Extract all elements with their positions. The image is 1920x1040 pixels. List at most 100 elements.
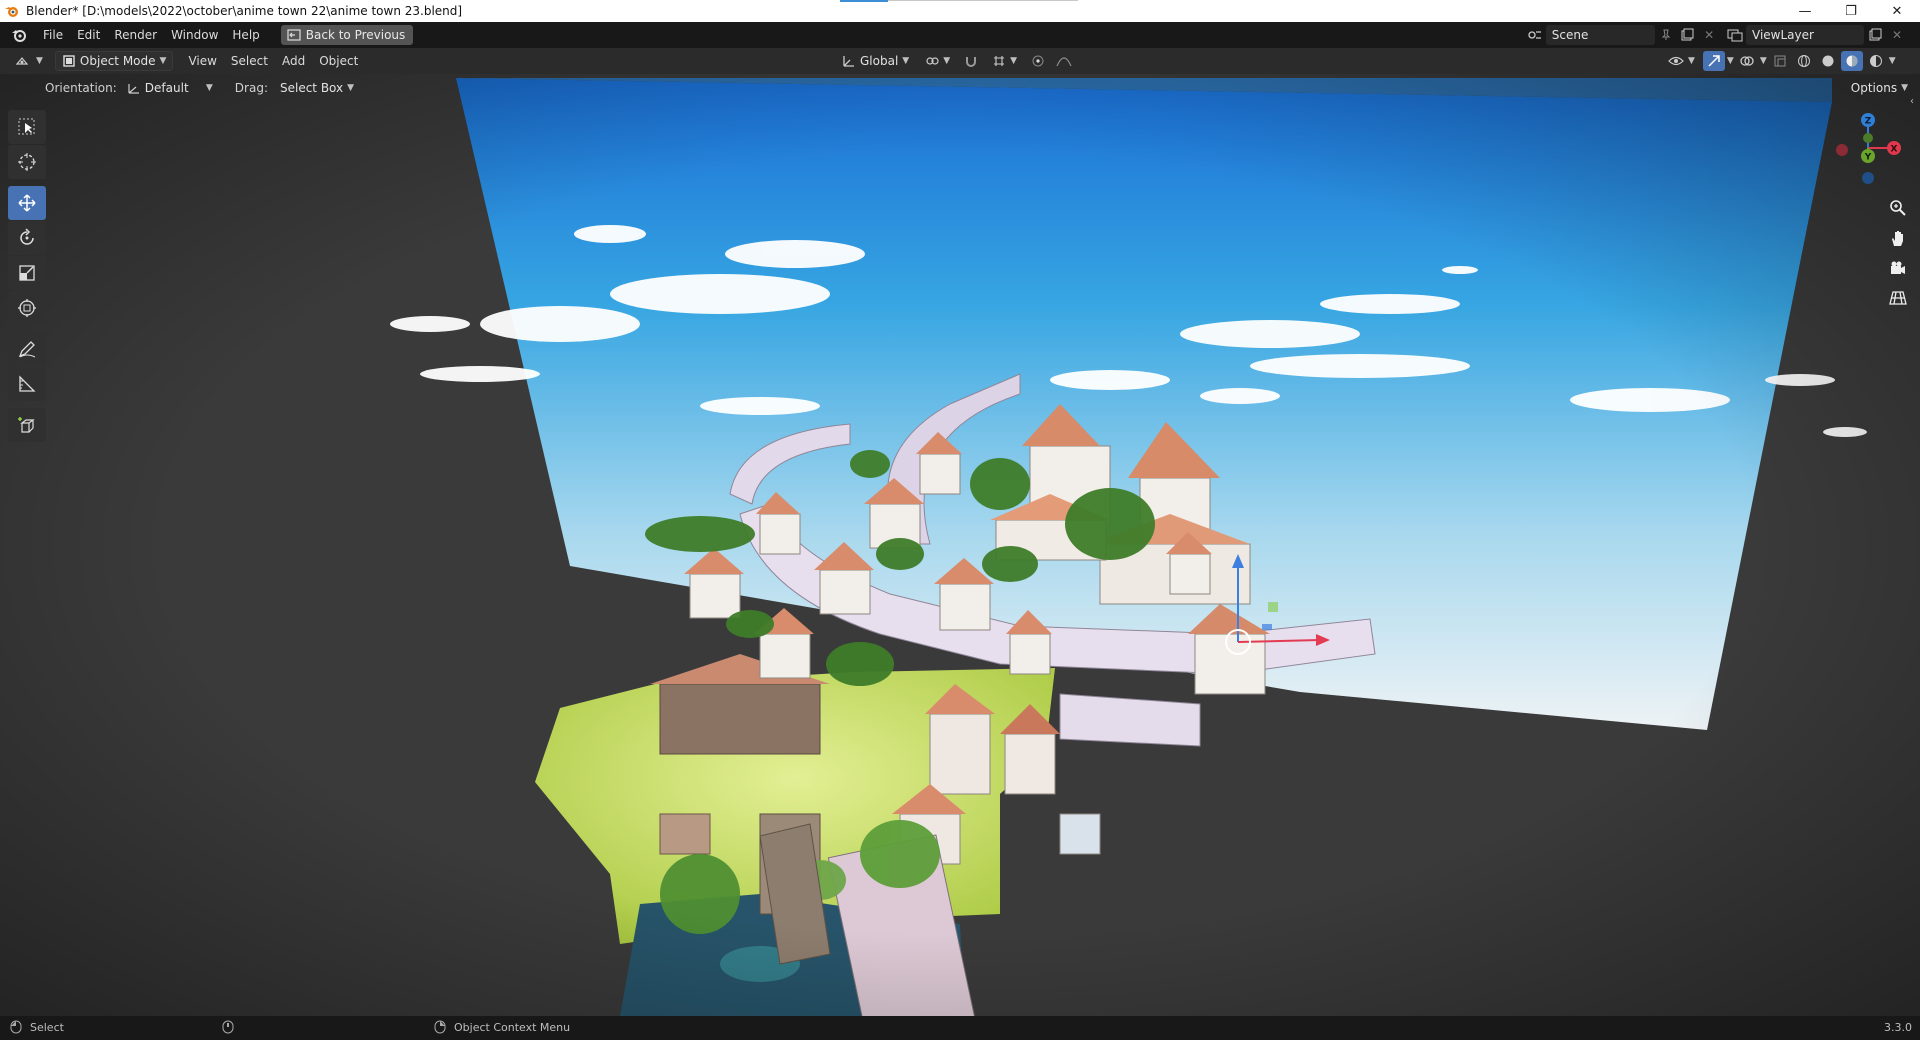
rotate-icon [20,228,34,245]
minimize-button[interactable]: — [1782,0,1828,22]
menu-edit[interactable]: Edit [70,25,107,45]
toolbar [8,110,50,443]
mouse-left-icon [10,1020,22,1034]
proportional-editing-icon[interactable] [1027,51,1049,71]
orientation-axes-icon [843,56,854,67]
menu-window[interactable]: Window [164,25,225,45]
transform-orientation-label: Global [860,54,899,68]
cursor-icon [18,153,36,171]
mode-dropdown[interactable]: Object Mode ▼ [54,51,174,71]
taskbar-divider [888,0,1078,1]
transform-orientation-dropdown[interactable]: Global ▼ [836,51,915,71]
add-cube-tool[interactable] [8,408,46,442]
viewport-menu-view[interactable]: View [181,51,223,71]
axis-neg-x-icon[interactable] [1836,144,1848,156]
scene-selector-icon[interactable] [1524,25,1546,45]
options-dropdown[interactable]: Options ▼ [1845,78,1914,98]
blender-logo-icon[interactable] [8,24,30,46]
svg-text:Z: Z [1865,117,1872,127]
sidebar-toggle-icon[interactable]: ‹ [1910,96,1914,107]
snap-toggle-icon[interactable] [960,51,982,71]
back-to-previous-button[interactable]: Back to Previous [280,25,414,45]
cursor-tool[interactable] [8,145,46,179]
move-icon [18,194,36,212]
chevron-down-icon[interactable]: ▼ [1760,56,1767,66]
view-layer-icon[interactable] [1724,25,1746,45]
add-cube-icon [18,417,35,433]
pivot-point-dropdown[interactable]: ▼ [919,51,956,71]
menu-help[interactable]: Help [225,25,266,45]
3d-viewport[interactable]: Orientation: Default ▼ Drag: Select Box … [0,74,1920,1016]
rotate-tool[interactable] [8,221,46,255]
chevron-down-icon: ▼ [1901,83,1908,93]
pin-icon[interactable] [1655,25,1677,45]
scale-tool[interactable] [8,256,46,290]
3d-viewport-icon [15,57,29,65]
annotate-pencil-icon [18,341,36,358]
view-layer-field[interactable]: ViewLayer [1746,25,1864,45]
viewport-menu-select[interactable]: Select [224,51,275,71]
chevron-down-icon: ▼ [1010,56,1018,66]
scene-name-field[interactable]: Scene [1545,25,1655,45]
move-tool[interactable] [8,186,46,220]
chevron-down-icon[interactable]: ▼ [1727,56,1734,66]
menu-render[interactable]: Render [107,25,164,45]
snap-target-dropdown[interactable]: ▼ [986,51,1023,71]
close-button[interactable]: ✕ [1874,0,1920,22]
mouse-right-icon [434,1020,446,1034]
options-label: Options [1850,81,1898,95]
version-label: 3.3.0 [1884,1021,1912,1034]
axis-neg-y-icon[interactable] [1863,133,1873,143]
menu-file[interactable]: File [36,25,70,45]
viewport-header: ▼ Object Mode ▼ View Select Add Object G… [0,48,1920,74]
measure-tool[interactable] [8,367,46,401]
select-box-icon [18,118,35,135]
toggle-perspective-button[interactable] [1884,284,1912,312]
navigation-gizmo[interactable]: Z X Y [1826,108,1916,198]
orientation-label: Orientation: [45,81,117,95]
chevron-down-icon: ▼ [205,83,213,93]
chevron-down-icon: ▼ [159,56,167,66]
back-button-label: Back to Previous [305,28,406,42]
overlays-icon[interactable] [1736,51,1758,71]
new-view-layer-icon[interactable] [1864,25,1886,45]
xray-toggle-icon[interactable] [1769,51,1791,71]
axis-neg-z-icon[interactable] [1862,172,1874,184]
mouse-middle-icon [222,1020,234,1034]
viewport-menu-add[interactable]: Add [275,51,312,71]
new-scene-icon[interactable] [1676,25,1698,45]
blender-topbar: File Edit Render Window Help Back to Pre… [0,22,1920,48]
select-box-tool[interactable] [8,110,46,144]
hand-icon [1892,231,1903,246]
transform-tool[interactable] [8,291,46,325]
shading-rendered-icon[interactable] [1865,51,1887,71]
delete-view-layer-icon[interactable]: ✕ [1886,25,1908,45]
viewport-menu-object[interactable]: Object [312,51,365,71]
status-left-action: Select [30,1020,64,1034]
shading-material-icon[interactable] [1840,51,1863,71]
visibility-dropdown[interactable]: ▼ [1662,51,1701,71]
taskbar-accent [840,0,888,2]
chevron-down-icon[interactable]: ▼ [1889,56,1896,66]
snap-increment-icon [994,56,1005,66]
orientation-dropdown[interactable]: Default ▼ [121,78,219,98]
drag-value: Select Box [279,81,344,95]
camera-view-button[interactable] [1884,254,1912,282]
pan-view-button[interactable] [1884,224,1912,252]
falloff-curve-icon[interactable] [1053,51,1075,71]
show-gizmo-icon[interactable] [1702,51,1725,71]
shading-wireframe-icon[interactable] [1793,51,1815,71]
delete-scene-icon[interactable]: ✕ [1698,25,1720,45]
restore-button[interactable]: ❐ [1828,0,1874,22]
zoom-view-button[interactable] [1884,194,1912,222]
annotate-tool[interactable] [8,332,46,366]
object-mode-icon [63,55,75,67]
shading-solid-icon[interactable] [1817,51,1839,71]
chevron-down-icon: ▼ [1688,56,1695,66]
status-right-action: Object Context Menu [454,1020,571,1034]
editor-type-dropdown[interactable]: ▼ [8,51,49,71]
orientation-value: Default [144,81,189,95]
blender-app-icon [5,7,18,17]
chevron-down-icon: ▼ [902,56,910,66]
drag-dropdown[interactable]: Select Box ▼ [274,78,360,98]
